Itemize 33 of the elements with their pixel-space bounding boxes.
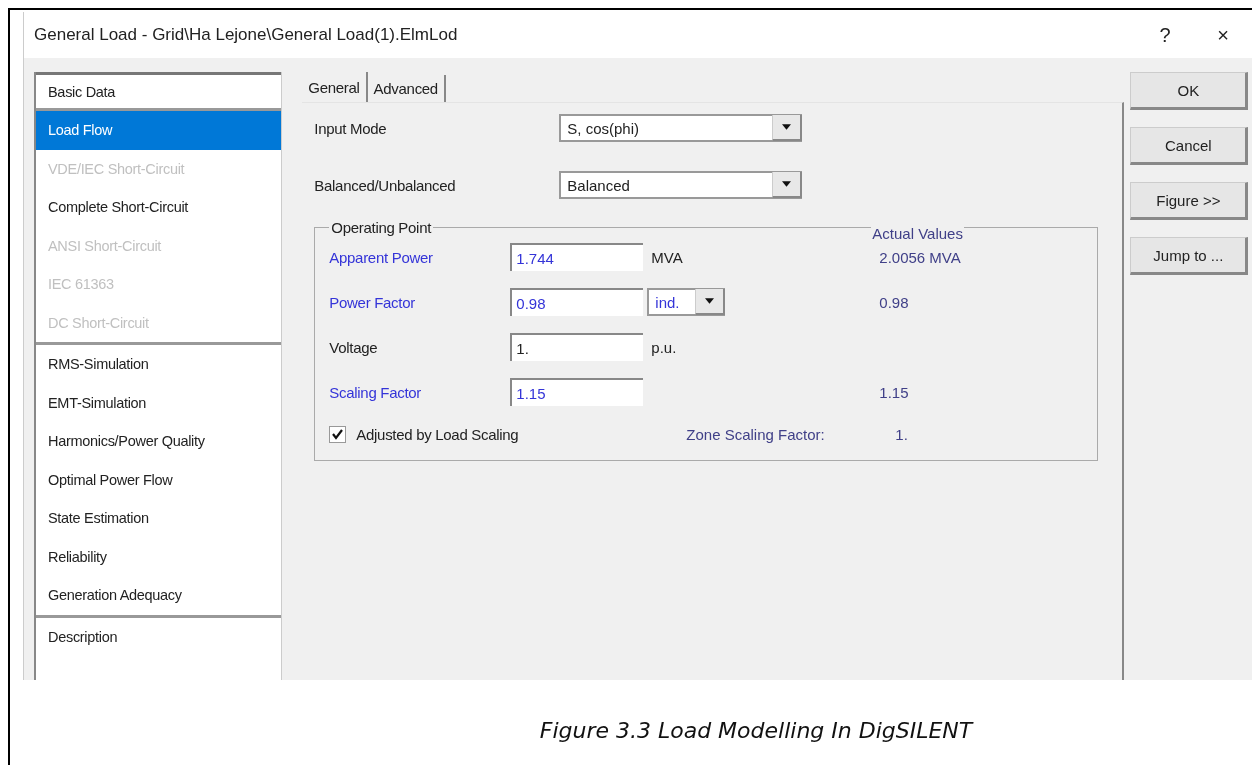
group-title: Actual Values [871,225,964,242]
input-field[interactable]: 1.744 [510,243,644,271]
group-title: Operating Point [330,219,433,236]
actual-value: 1.15 [879,383,909,401]
dropdown[interactable]: S, cos(phi) [559,114,803,142]
field-label: Apparent Power [329,248,434,266]
page-list-item[interactable]: Load Flow [36,111,282,150]
checkbox-label: Adjusted by Load Scaling [356,425,520,443]
dialog-button[interactable]: Figure >> [1130,182,1249,220]
window-title: General Load - Grid\Ha Lejone\General Load(1).ElmLod [34,25,459,45]
input-field[interactable]: 1.15 [510,378,644,406]
unit-label: MVA [651,248,684,266]
field-label: Voltage [329,338,379,356]
dialog-button[interactable]: Jump to ... [1130,237,1249,275]
dialog-button[interactable]: Cancel [1130,127,1249,165]
checkbox[interactable] [329,425,347,443]
actual-value: 1. [895,425,908,443]
input-field[interactable]: 1. [510,333,644,361]
dropdown[interactable]: Balanced [559,171,803,199]
field-label: Balanced/Unbalanced [314,176,457,194]
field-label: Power Factor [329,293,416,311]
actual-value: 0.98 [879,293,909,311]
field-label: Input Mode [314,119,388,137]
help-button[interactable]: ? [1136,23,1194,47]
actual-value: 2.0056 MVA [879,248,961,266]
unit-label: p.u. [651,338,678,356]
close-button[interactable]: × [1194,23,1252,47]
field-label: Zone Scaling Factor: [686,425,826,443]
dropdown[interactable]: ind. [647,288,726,316]
field-label: Scaling Factor [329,383,422,401]
dialog-button[interactable]: OK [1130,72,1249,110]
figure-caption: Figure 3.3 Load Modelling In DigSILENT [539,718,973,743]
input-field[interactable]: 0.98 [510,288,644,316]
